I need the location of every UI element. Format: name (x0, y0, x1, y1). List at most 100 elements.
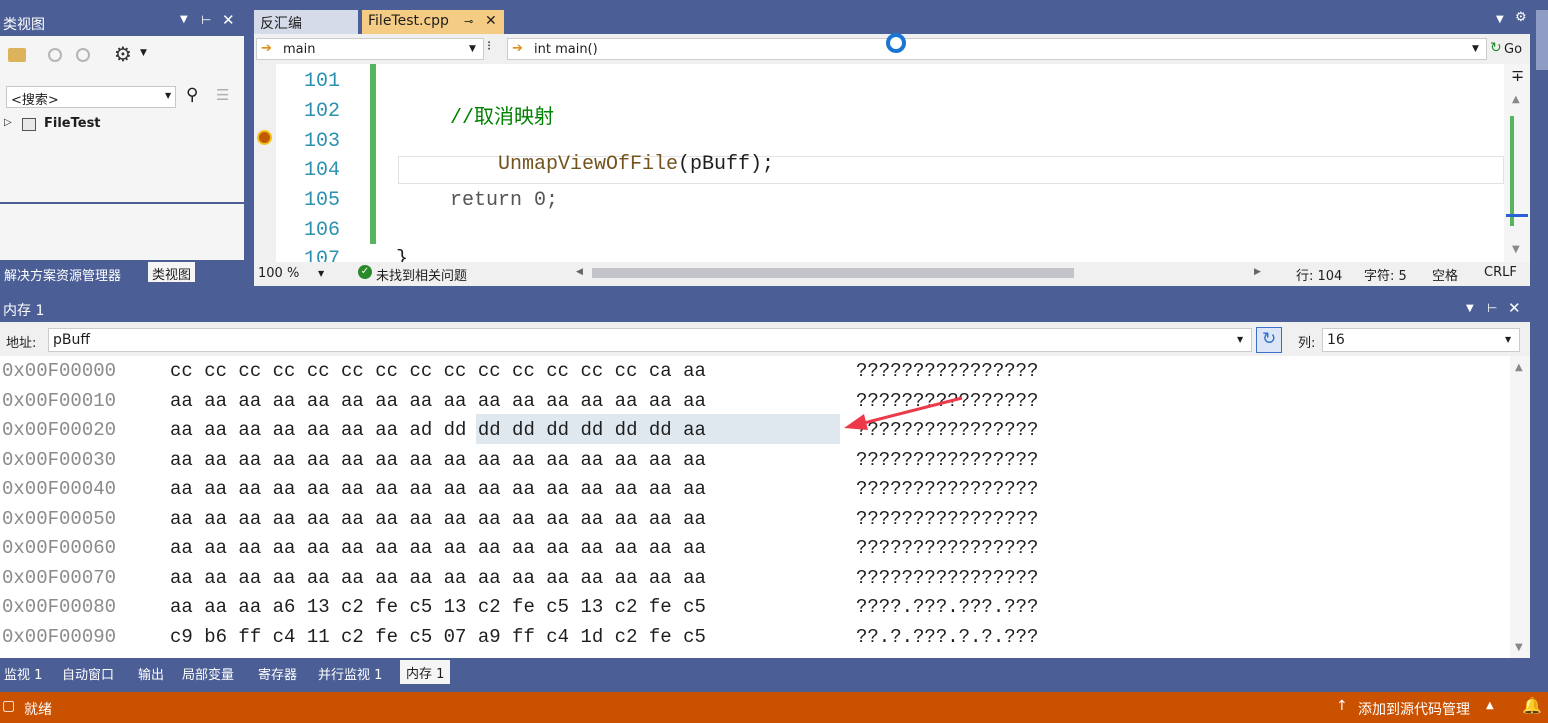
split-handle-icon[interactable]: ∓ (1511, 66, 1524, 85)
expand-icon[interactable]: ▷ (4, 117, 12, 128)
editor-vscroll[interactable]: ∓ ▲ ▼ (1504, 64, 1530, 262)
right-tool-strip[interactable] (1536, 10, 1548, 70)
gear-icon[interactable]: ⚙ (114, 42, 132, 66)
hscroll-right-icon[interactable]: ▶ (1254, 267, 1261, 277)
eol-indicator[interactable]: CRLF (1484, 265, 1517, 280)
scope-dropdown[interactable]: ➔ main ▼ (256, 38, 484, 60)
tab-output[interactable]: 输出 (138, 664, 164, 683)
tab-autos[interactable]: 自动窗口 (62, 664, 114, 683)
bytes-changed: d dd dd dd dd dd dd dd aa (420, 419, 706, 441)
source-control-button[interactable]: 添加到源代码管理 (1358, 699, 1470, 719)
line-indicator[interactable]: 行: 104 (1296, 265, 1342, 284)
editor-tab-filetest[interactable]: FileTest.cpp ⊸ ✕ (362, 10, 504, 34)
memory-bytes[interactable]: aa aa aa aa aa aa aa aa aa aa aa aa aa a… (170, 390, 706, 412)
line-number: 104 (304, 159, 341, 182)
memory-bytes[interactable]: aa aa aa aa aa aa aa aa aa aa aa aa aa a… (170, 567, 706, 589)
class-search-placeholder: <搜索> (11, 93, 59, 108)
search-icon[interactable]: ⚲ (186, 85, 198, 105)
tab-memory-1[interactable]: 内存 1 (400, 660, 451, 684)
memory-bytes[interactable]: aa aa aa aa aa aa aa ad dd dd dd dd dd d… (170, 419, 706, 441)
notification-icon[interactable]: 🔔 (1522, 696, 1542, 715)
tab-parallel-watch[interactable]: 并行监视 1 (318, 664, 382, 683)
class-search-input[interactable]: <搜索> ▼ (6, 86, 176, 108)
split-icon[interactable]: ⁝ (487, 39, 491, 54)
scroll-down-icon[interactable]: ▼ (1512, 244, 1520, 255)
upload-icon[interactable]: ↑ (1336, 698, 1348, 714)
gear-dropdown-icon[interactable]: ▼ (140, 48, 147, 58)
chevron-down-icon: ▼ (1505, 335, 1512, 344)
scroll-up-icon[interactable]: ▲ (1515, 362, 1523, 373)
line-number: 102 (304, 100, 341, 123)
zoom-dropdown[interactable]: 100 % ▼ (256, 265, 332, 283)
issues-text[interactable]: 未找到相关问题 (376, 265, 467, 284)
pin-icon[interactable]: ⊢ (1487, 301, 1497, 315)
memory-vscroll[interactable]: ▲ ▼ (1510, 356, 1530, 658)
list-icon[interactable]: ☰ (216, 86, 229, 104)
spacing-indicator[interactable]: 空格 (1432, 265, 1458, 284)
class-view-titlebar: 类视图 ▼ ⊢ ✕ (0, 8, 244, 36)
hscroll-left-icon[interactable]: ◀ (576, 267, 583, 277)
memory-bytes[interactable]: aa aa aa aa aa aa aa aa aa aa aa aa aa a… (170, 449, 706, 471)
search-dropdown-icon[interactable]: ▼ (165, 91, 171, 100)
pin-icon[interactable]: ⊸ (464, 15, 473, 28)
columns-label: 列: (1298, 336, 1316, 351)
settings-icon[interactable]: ⚙ (1515, 10, 1527, 25)
pin-icon[interactable]: ⊢ (201, 13, 211, 27)
memory-bytes[interactable]: aa aa aa aa aa aa aa aa aa aa aa aa aa a… (170, 508, 706, 530)
memory-bytes[interactable]: aa aa aa aa aa aa aa aa aa aa aa aa aa a… (170, 478, 706, 500)
refresh-button[interactable]: ↻ (1256, 327, 1282, 353)
memory-ascii[interactable]: ????.???.???.??? (856, 596, 1038, 618)
tab-registers[interactable]: 寄存器 (258, 664, 297, 683)
scroll-caret-marker (1506, 214, 1528, 217)
memory-address: 0x00F00080 (2, 596, 117, 618)
line-number: 101 (304, 70, 341, 93)
hscroll-thumb[interactable] (592, 268, 1074, 278)
tab-list-icon[interactable]: ▼ (1496, 14, 1504, 25)
close-icon[interactable]: ✕ (222, 11, 235, 29)
tab-locals[interactable]: 局部变量 (182, 664, 234, 683)
columns-dropdown[interactable]: 16 ▼ (1322, 328, 1520, 352)
memory-address: 0x00F00070 (2, 567, 117, 589)
scope-arrow-icon: ➔ (261, 41, 272, 56)
dropdown-icon[interactable]: ▼ (1466, 303, 1474, 314)
function-arrow-icon: ➔ (512, 41, 523, 56)
check-circle-icon: ✓ (358, 265, 372, 279)
go-button[interactable]: ↻ Go (1490, 38, 1528, 60)
memory-bytes[interactable]: c9 b6 ff c4 11 c2 fe c5 07 a9 ff c4 1d c… (170, 626, 706, 648)
chevron-up-icon[interactable]: ▲ (1486, 700, 1494, 711)
chevron-down-icon: ▼ (469, 44, 476, 54)
memory-ascii[interactable]: ???????????????? (856, 478, 1038, 500)
memory-grid[interactable]: 0x00F00000 cc cc cc cc cc cc cc cc cc cc… (0, 356, 1510, 658)
editor-tab-disasm[interactable]: 反汇编 (254, 10, 358, 34)
tab-solution-explorer[interactable]: 解决方案资源管理器 (4, 265, 121, 284)
forward-icon[interactable] (76, 48, 90, 62)
class-view-lower (0, 204, 244, 260)
memory-ascii[interactable]: ???????????????? (856, 360, 1038, 382)
tab-watch-1[interactable]: 监视 1 (4, 664, 42, 683)
scroll-up-icon[interactable]: ▲ (1512, 94, 1520, 105)
memory-ascii[interactable]: ???????????????? (856, 449, 1038, 471)
line-number: 107 (304, 248, 341, 262)
scroll-down-icon[interactable]: ▼ (1515, 642, 1523, 653)
memory-bytes[interactable]: cc cc cc cc cc cc cc cc cc cc cc cc cc c… (170, 360, 706, 382)
function-dropdown[interactable]: ➔ int main() ▼ (507, 38, 1487, 60)
code-editor[interactable]: 101 102 103 104 105 106 107 //取消映射 Unmap… (254, 64, 1504, 262)
memory-bytes[interactable]: aa aa aa a6 13 c2 fe c5 13 c2 fe c5 13 c… (170, 596, 706, 618)
char-indicator[interactable]: 字符: 5 (1364, 265, 1407, 284)
memory-ascii[interactable]: ???????????????? (856, 537, 1038, 559)
close-icon[interactable]: ✕ (485, 13, 497, 29)
memory-bytes[interactable]: aa aa aa aa aa aa aa aa aa aa aa aa aa a… (170, 537, 706, 559)
dropdown-icon[interactable]: ▼ (180, 14, 188, 25)
address-label: 地址: (6, 336, 37, 351)
breakpoint-arrow-icon[interactable] (257, 130, 272, 145)
address-input[interactable]: pBuff ▼ (48, 328, 1252, 352)
close-icon[interactable]: ✕ (1508, 299, 1521, 317)
tab-class-view[interactable]: 类视图 (148, 262, 196, 283)
memory-toolbar: 地址: pBuff ▼ ↻ 列: 16 ▼ (0, 322, 1530, 356)
memory-ascii[interactable]: ???????????????? (856, 508, 1038, 530)
memory-ascii[interactable]: ??.?.???.?.?.??? (856, 626, 1038, 648)
back-icon[interactable] (48, 48, 62, 62)
bytes-plain: aa aa aa aa aa aa aa a (170, 419, 421, 441)
memory-ascii[interactable]: ???????????????? (856, 567, 1038, 589)
folder-icon[interactable] (8, 48, 26, 62)
